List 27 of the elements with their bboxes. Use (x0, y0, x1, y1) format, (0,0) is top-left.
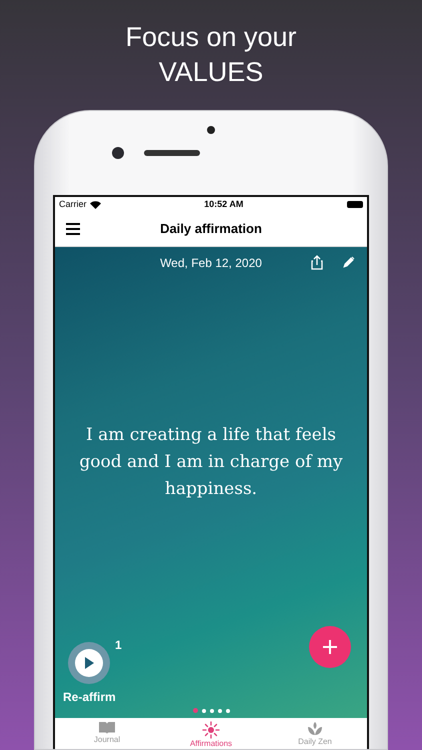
add-button[interactable] (309, 626, 351, 668)
wifi-icon (90, 200, 101, 208)
book-icon (98, 721, 116, 735)
carrier-label: Carrier (59, 198, 87, 211)
reaffirm-count: 1 (115, 637, 122, 654)
lotus-icon (306, 721, 324, 737)
reaffirm-button[interactable] (68, 642, 110, 684)
headline: VALUES (158, 56, 264, 89)
nav-title: Daily affirmation (160, 220, 262, 238)
play-icon (84, 657, 94, 669)
battery-icon (346, 201, 363, 208)
phone-camera (112, 147, 124, 159)
sparkle-icon (202, 721, 220, 739)
menu-button[interactable] (65, 222, 81, 236)
phone-sensor (207, 126, 215, 134)
tab[interactable]: Journal (55, 718, 159, 749)
tab[interactable]: Daily Zen (263, 718, 367, 749)
headline: Focus on your (125, 21, 297, 54)
status-time: 10:52 AM (204, 198, 244, 211)
share-icon[interactable] (311, 255, 323, 270)
tab[interactable]: Affirmations (159, 718, 263, 749)
card-date: Wed, Feb 12, 2020 (160, 255, 262, 272)
plus-icon (322, 639, 338, 655)
phone-speaker (144, 150, 200, 156)
edit-icon[interactable] (343, 256, 355, 268)
reaffirm-label: Re-affirm (63, 689, 116, 706)
affirmation-text: I am creating a life that feels good and I am in charge of my happiness. (78, 424, 344, 501)
